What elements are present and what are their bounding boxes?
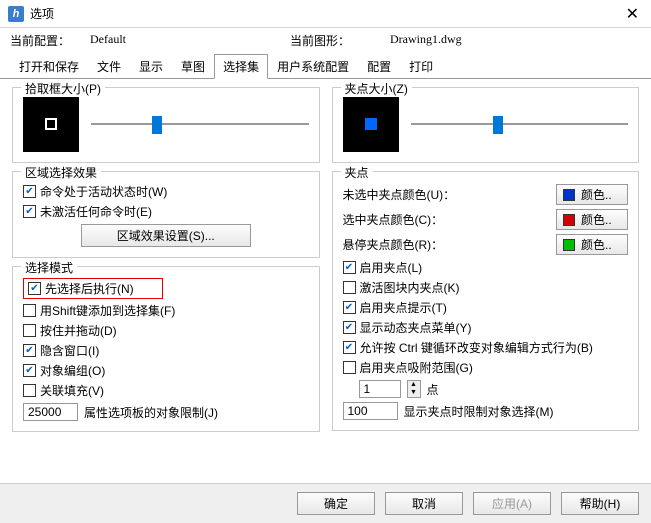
title-bar: h 选项 ✕ xyxy=(0,0,651,28)
mode-chk-noun-verb-label: 先选择后执行(N) xyxy=(45,280,134,297)
mode-chk-shift-label: 用Shift键添加到选择集(F) xyxy=(40,302,175,319)
mode-limit-label: 属性选项板的对象限制(J) xyxy=(84,404,218,421)
mode-chk-drag-label: 按住并拖动(D) xyxy=(40,322,117,339)
grip-chk-block-label: 激活图块内夹点(K) xyxy=(360,279,460,296)
mode-chk-hatch[interactable] xyxy=(23,384,36,397)
config-row: 当前配置： Default 当前图形： Drawing1.dwg xyxy=(0,28,651,53)
mode-group: 选择模式 ✔先选择后执行(N) 用Shift键添加到选择集(F) 按住并拖动(D… xyxy=(12,266,320,432)
region-group: 区域选择效果 ✔命令处于活动状态时(W) ✔未激活任何命令时(E) 区域效果设置… xyxy=(12,171,320,258)
current-drawing-label: 当前图形： xyxy=(290,32,390,49)
chevron-down-icon: ▼ xyxy=(408,389,420,397)
close-icon[interactable]: ✕ xyxy=(622,4,643,24)
color-sel-label: 选中夹点颜色(C)： xyxy=(343,211,444,228)
help-button[interactable]: 帮助(H) xyxy=(561,492,639,515)
region-chk-inactive[interactable]: ✔ xyxy=(23,205,36,218)
grip-chk-tip[interactable]: ✔ xyxy=(343,301,356,314)
mode-chk-noun-verb[interactable]: ✔ xyxy=(28,282,41,295)
chevron-up-icon: ▲ xyxy=(408,381,420,389)
swatch-sel xyxy=(563,214,575,226)
cancel-button[interactable]: 取消 xyxy=(385,492,463,515)
gripsize-slider[interactable] xyxy=(411,114,629,134)
tab-selection[interactable]: 选择集 xyxy=(214,54,268,79)
tab-file[interactable]: 文件 xyxy=(88,54,130,79)
apply-button[interactable]: 应用(A) xyxy=(473,492,551,515)
region-chk-active-label: 命令处于活动状态时(W) xyxy=(40,183,167,200)
gripsize-group: 夹点大小(Z) xyxy=(332,87,640,163)
tab-print[interactable]: 打印 xyxy=(400,54,442,79)
mode-chk-group[interactable]: ✔ xyxy=(23,364,36,377)
snap-range-suffix: 点 xyxy=(427,381,439,398)
ok-button[interactable]: 确定 xyxy=(297,492,375,515)
tab-open-save[interactable]: 打开和保存 xyxy=(10,54,88,79)
color-unsel-label: 未选中夹点颜色(U)： xyxy=(343,186,456,203)
mode-chk-implied-label: 隐含窗口(I) xyxy=(40,342,99,359)
swatch-hover xyxy=(563,239,575,251)
color-sel-button[interactable]: 颜色.. xyxy=(556,209,628,230)
region-title: 区域选择效果 xyxy=(21,164,101,181)
grip-chk-dynmenu-label: 显示动态夹点菜单(Y) xyxy=(360,319,472,336)
region-settings-button[interactable]: 区域效果设置(S)... xyxy=(81,224,251,247)
tab-config[interactable]: 配置 xyxy=(358,54,400,79)
grip-chk-enable[interactable]: ✔ xyxy=(343,261,356,274)
tab-display[interactable]: 显示 xyxy=(130,54,172,79)
mode-chk-drag[interactable] xyxy=(23,324,36,337)
color-hover-button[interactable]: 颜色.. xyxy=(556,234,628,255)
gripsize-preview xyxy=(343,96,399,152)
window-title: 选项 xyxy=(30,5,622,22)
grip-chk-ctrl[interactable]: ✔ xyxy=(343,341,356,354)
pickbox-preview xyxy=(23,96,79,152)
tab-bar: 打开和保存 文件 显示 草图 选择集 用户系统配置 配置 打印 xyxy=(0,53,651,79)
grip-chk-snap-label: 启用夹点吸附范围(G) xyxy=(360,359,473,376)
mode-chk-shift[interactable] xyxy=(23,304,36,317)
mode-title: 选择模式 xyxy=(21,259,77,276)
swatch-unsel xyxy=(563,189,575,201)
region-chk-active[interactable]: ✔ xyxy=(23,185,36,198)
gripsize-title: 夹点大小(Z) xyxy=(341,80,412,97)
current-config-value: Default xyxy=(90,32,290,49)
app-icon: h xyxy=(8,6,24,22)
tab-sketch[interactable]: 草图 xyxy=(172,54,214,79)
mode-chk-group-label: 对象编组(O) xyxy=(40,362,105,379)
mode-chk-implied[interactable]: ✔ xyxy=(23,344,36,357)
grip-chk-block[interactable] xyxy=(343,281,356,294)
grip-chk-tip-label: 启用夹点提示(T) xyxy=(360,299,447,316)
grip-limit-input[interactable]: 100 xyxy=(343,402,398,420)
tab-user-system[interactable]: 用户系统配置 xyxy=(268,54,358,79)
grip-chk-ctrl-label: 允许按 Ctrl 键循环改变对象编辑方式行为(B) xyxy=(360,339,593,356)
grip-chk-dynmenu[interactable]: ✔ xyxy=(343,321,356,334)
color-hover-label: 悬停夹点颜色(R)： xyxy=(343,236,444,253)
snap-range-spinner[interactable]: ▲▼ xyxy=(407,380,421,398)
pickbox-title: 拾取框大小(P) xyxy=(21,80,105,97)
region-chk-inactive-label: 未激活任何命令时(E) xyxy=(40,203,152,220)
grip-group: 夹点 未选中夹点颜色(U)： 颜色.. 选中夹点颜色(C)： 颜色.. 悬停夹点… xyxy=(332,171,640,431)
highlight-box: ✔ 先选择后执行(N) xyxy=(23,278,163,299)
footer: 确定 取消 应用(A) 帮助(H) xyxy=(0,483,651,523)
current-config-label: 当前配置： xyxy=(10,32,90,49)
grip-chk-snap[interactable] xyxy=(343,361,356,374)
color-unsel-button[interactable]: 颜色.. xyxy=(556,184,628,205)
pickbox-group: 拾取框大小(P) xyxy=(12,87,320,163)
pickbox-slider[interactable] xyxy=(91,114,309,134)
grip-title: 夹点 xyxy=(341,164,373,181)
grip-chk-enable-label: 启用夹点(L) xyxy=(360,259,423,276)
mode-limit-input[interactable]: 25000 xyxy=(23,403,78,421)
mode-chk-hatch-label: 关联填充(V) xyxy=(40,382,104,399)
snap-range-input[interactable]: 1 xyxy=(359,380,401,398)
grip-limit-label: 显示夹点时限制对象选择(M) xyxy=(404,403,554,420)
current-drawing-value: Drawing1.dwg xyxy=(390,32,462,49)
